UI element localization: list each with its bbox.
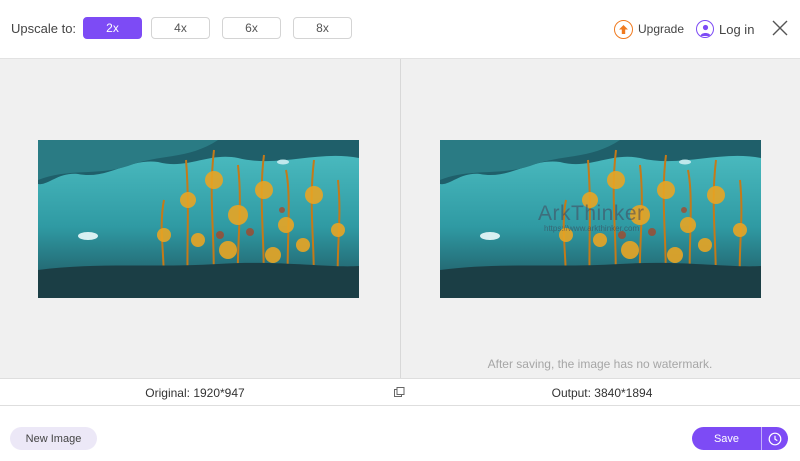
save-button[interactable]: Save	[692, 427, 761, 450]
scale-2x-button[interactable]: 2x	[83, 17, 142, 39]
login-button[interactable]: Log in	[696, 19, 754, 39]
top-toolbar: Upscale to: 2x 4x 6x 8x Upgrade Log in	[0, 0, 800, 58]
original-image	[38, 140, 359, 298]
login-label: Log in	[719, 21, 755, 37]
preview-divider	[400, 59, 401, 379]
output-resolution: Output: 3840*1894	[551, 386, 653, 400]
save-group: Save	[692, 427, 788, 450]
preview-area: ArkThinker https://www.arkthinker.com Af…	[0, 58, 800, 379]
output-image: ArkThinker https://www.arkthinker.com	[440, 140, 761, 298]
upscaler-window: Upscale to: 2x 4x 6x 8x Upgrade Log in A…	[0, 0, 800, 461]
upgrade-button[interactable]: Upgrade	[614, 19, 684, 39]
scale-8x-button[interactable]: 8x	[293, 17, 352, 39]
original-resolution: Original: 1920*947	[145, 386, 245, 400]
scale-6x-button[interactable]: 6x	[222, 17, 281, 39]
upgrade-arrow-icon	[614, 19, 633, 39]
upgrade-label: Upgrade	[638, 22, 685, 36]
clock-icon	[768, 432, 782, 445]
upscale-label: Upscale to:	[11, 21, 77, 36]
history-button[interactable]	[762, 427, 788, 450]
user-icon	[696, 20, 714, 38]
new-image-button[interactable]: New Image	[10, 427, 97, 450]
resolution-bar: Original: 1920*947 Output: 3840*1894	[0, 378, 800, 406]
close-icon[interactable]	[771, 19, 789, 37]
watermark-text: ArkThinker	[538, 202, 645, 225]
no-watermark-notice: After saving, the image has no watermark…	[487, 357, 713, 371]
watermark-url: https://www.arkthinker.com	[544, 224, 640, 233]
scale-4x-button[interactable]: 4x	[151, 17, 210, 39]
